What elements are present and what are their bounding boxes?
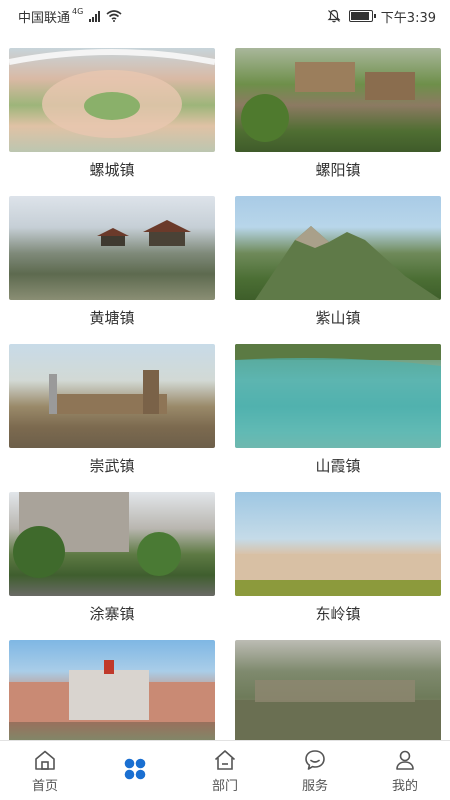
village-photo xyxy=(235,48,441,152)
clock: 下午3:39 xyxy=(380,10,436,26)
town-card[interactable]: 东岭镇 xyxy=(235,492,441,624)
town-name: 东岭镇 xyxy=(315,605,361,623)
town-name: 螺城镇 xyxy=(89,161,135,179)
town-card[interactable]: 涂寨镇 xyxy=(9,492,215,624)
battery-icon xyxy=(348,10,376,22)
town-card[interactable]: 山霞镇 xyxy=(235,344,441,476)
tab-label: 我的 xyxy=(391,778,418,794)
school-gate-photo xyxy=(9,640,215,740)
status-left: 中国联通 4G xyxy=(18,7,122,26)
town-name: 紫山镇 xyxy=(315,309,361,327)
tab-mine[interactable]: 我的 xyxy=(360,741,450,800)
tab-label: 服务 xyxy=(301,778,328,794)
town-card[interactable]: 螺城镇 xyxy=(9,48,215,180)
town-name: 山霞镇 xyxy=(315,457,361,475)
town-card[interactable]: 崇武镇 xyxy=(9,344,215,476)
status-bar: 中国联通 4G 下午3:39 xyxy=(0,0,450,32)
town-card[interactable]: 黄塘镇 xyxy=(9,196,215,328)
network-type: 4G xyxy=(72,6,84,16)
lake-pavilion-photo xyxy=(9,196,215,300)
home-outline-icon xyxy=(35,750,55,770)
street-photo xyxy=(9,492,215,596)
town-name: 黄塘镇 xyxy=(89,309,135,327)
tab-label: 首页 xyxy=(31,778,58,794)
town-grid: 螺城镇 螺阳镇 黄塘镇 紫山镇 崇武镇 山霞镇 涂寨镇 东岭镇 xyxy=(0,44,450,740)
tab-towns[interactable] xyxy=(90,741,180,800)
status-right: 下午3:39 xyxy=(327,7,436,26)
signal-icon xyxy=(89,10,101,22)
plaza-photo xyxy=(9,48,215,152)
chat-bubble-icon xyxy=(305,749,325,770)
tab-home[interactable]: 首页 xyxy=(0,741,90,800)
tab-departments[interactable]: 部门 xyxy=(180,741,270,800)
town-name: 螺阳镇 xyxy=(315,161,361,179)
town-name: 崇武镇 xyxy=(89,457,135,475)
tab-label: 部门 xyxy=(211,778,238,794)
town-name: 涂寨镇 xyxy=(89,605,135,623)
person-icon xyxy=(396,750,414,770)
aerial-town-photo xyxy=(235,640,441,740)
wifi-icon xyxy=(106,10,122,22)
mountain-photo xyxy=(235,196,441,300)
house-icon xyxy=(214,749,236,770)
tab-services[interactable]: 服务 xyxy=(270,741,360,800)
bottom-tab-bar: 首页 部门 服务 我的 xyxy=(0,740,450,800)
four-dots-icon xyxy=(124,758,146,780)
ancient-wall-photo xyxy=(9,344,215,448)
town-card[interactable] xyxy=(9,640,215,740)
town-card[interactable]: 螺阳镇 xyxy=(235,48,441,180)
turquoise-lake-photo xyxy=(235,344,441,448)
mute-bell-icon xyxy=(327,9,341,23)
carrier-name: 中国联通 xyxy=(18,10,71,26)
town-card[interactable]: 紫山镇 xyxy=(235,196,441,328)
town-card[interactable] xyxy=(235,640,441,740)
houses-photo xyxy=(235,492,441,596)
